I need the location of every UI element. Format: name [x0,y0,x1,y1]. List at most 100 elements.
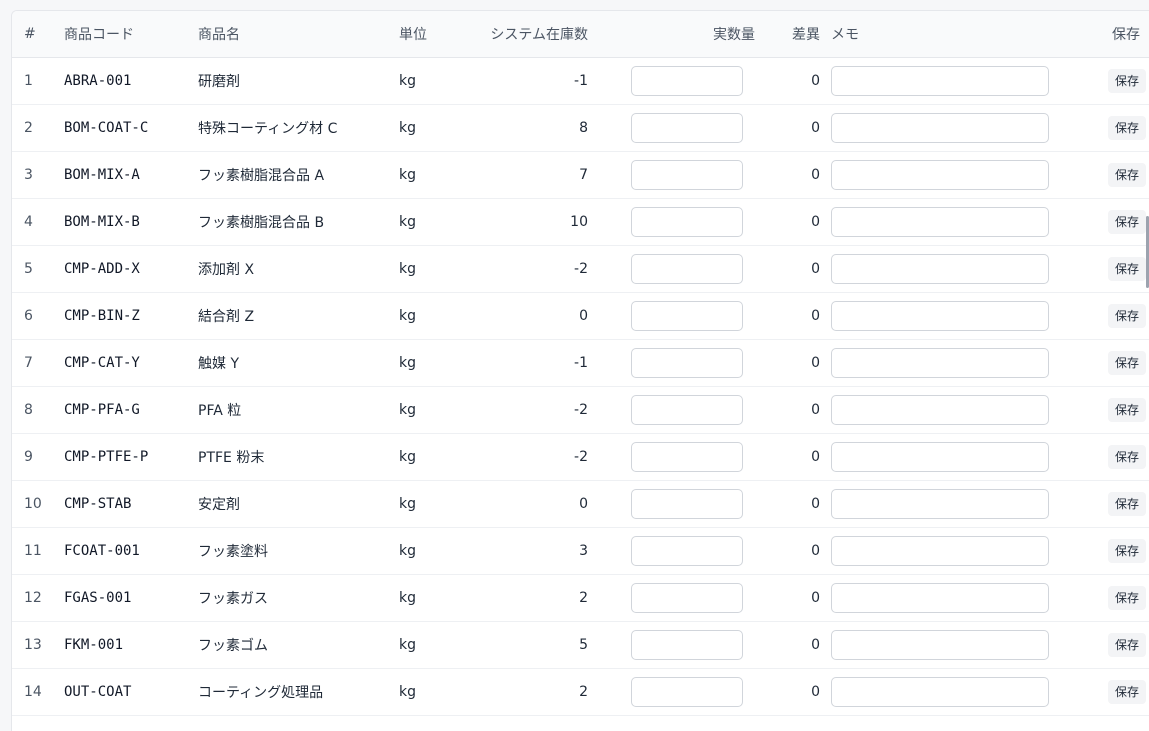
table-row: 14 OUT-COAT コーティング処理品 kg 2 0 保存 [12,668,1149,715]
memo-input[interactable] [831,488,1049,519]
product-code: CMP-STAB [64,495,132,512]
table-row: 11 FCOAT-001 フッ素塗料 kg 3 0 保存 [12,527,1149,574]
actual-quantity-cell [631,198,755,245]
unit: kg [399,260,416,277]
memo-input[interactable] [831,441,1049,472]
save-cell: 保存 [1060,574,1149,621]
product-code: CMP-BIN-Z [64,307,140,324]
save-button[interactable]: 保存 [1107,679,1146,704]
memo-input[interactable] [831,347,1049,378]
unit: kg [399,354,416,371]
memo-input[interactable] [831,159,1049,190]
save-button[interactable]: 保存 [1107,397,1146,422]
spacer [820,104,831,151]
memo-input[interactable] [831,253,1049,284]
row-number: 13 [24,636,42,653]
row-number: 8 [24,401,33,418]
unit: kg [399,307,416,324]
actual-quantity-input[interactable] [631,441,743,472]
system-stock: 10 [570,213,588,230]
actual-quantity-input[interactable] [631,394,743,425]
save-button[interactable]: 保存 [1107,162,1146,187]
actual-quantity-input[interactable] [631,300,743,331]
actual-quantity-cell [631,621,755,668]
spacer [588,292,631,339]
spacer [588,151,631,198]
actual-quantity-input[interactable] [631,65,743,96]
memo-cell [831,386,1060,433]
save-button[interactable]: 保存 [1107,303,1146,328]
save-cell: 保存 [1060,245,1149,292]
header-number: # [24,25,36,42]
row-number: 2 [24,119,33,136]
table-row: 9 CMP-PTFE-P PTFE 粉末 kg -2 0 保存 [12,433,1149,480]
memo-input[interactable] [831,582,1049,613]
product-code: FCOAT-001 [64,542,140,559]
inventory-count-table: # 商品コード 商品名 単位 システム在庫数 実数量 差異 メモ 保存 1 AB… [12,11,1149,716]
memo-input[interactable] [831,676,1049,707]
actual-quantity-input[interactable] [631,159,743,190]
row-number: 9 [24,448,33,465]
save-cell: 保存 [1060,292,1149,339]
difference: 0 [811,636,820,653]
actual-quantity-input[interactable] [631,629,743,660]
actual-quantity-input[interactable] [631,488,743,519]
save-cell: 保存 [1060,527,1149,574]
memo-input[interactable] [831,112,1049,143]
system-stock: -2 [574,260,588,277]
spacer [588,668,631,715]
actual-quantity-input[interactable] [631,347,743,378]
memo-input[interactable] [831,206,1049,237]
row-number: 4 [24,213,33,230]
actual-quantity-input[interactable] [631,535,743,566]
save-cell: 保存 [1060,480,1149,527]
actual-quantity-cell [631,527,755,574]
unit: kg [399,401,416,418]
save-button[interactable]: 保存 [1107,256,1146,281]
system-stock: 7 [579,166,588,183]
row-number: 12 [24,589,42,606]
product-name: 触媒 Y [198,355,240,372]
save-button[interactable]: 保存 [1107,350,1146,375]
save-button[interactable]: 保存 [1107,115,1146,140]
save-button[interactable]: 保存 [1107,585,1146,610]
actual-quantity-input[interactable] [631,676,743,707]
product-name: コーティング処理品 [198,684,324,701]
memo-input[interactable] [831,65,1049,96]
product-code: CMP-PFA-G [64,401,140,418]
table-row: 4 BOM-MIX-B フッ素樹脂混合品 B kg 10 0 保存 [12,198,1149,245]
product-name: 添加剤 X [198,261,255,278]
memo-input[interactable] [831,629,1049,660]
save-button[interactable]: 保存 [1107,491,1146,516]
row-number: 11 [24,542,42,559]
actual-quantity-cell [631,339,755,386]
memo-input[interactable] [831,535,1049,566]
save-button[interactable]: 保存 [1107,538,1146,563]
header-unit: 単位 [399,26,427,43]
memo-input[interactable] [831,394,1049,425]
row-number: 5 [24,260,33,277]
actual-quantity-input[interactable] [631,582,743,613]
actual-quantity-input[interactable] [631,206,743,237]
table-row: 13 FKM-001 フッ素ゴム kg 5 0 保存 [12,621,1149,668]
unit: kg [399,589,416,606]
save-cell: 保存 [1060,621,1149,668]
table-row: 1 ABRA-001 研磨剤 kg -1 0 保存 [12,57,1149,104]
row-number: 3 [24,166,33,183]
spacer [820,339,831,386]
product-name: 安定剤 [198,496,240,513]
save-button[interactable]: 保存 [1107,68,1146,93]
header-spacer [588,11,631,57]
actual-quantity-cell [631,574,755,621]
product-code: ABRA-001 [64,72,132,89]
system-stock: 3 [579,542,588,559]
save-button[interactable]: 保存 [1107,209,1146,234]
actual-quantity-input[interactable] [631,112,743,143]
actual-quantity-input[interactable] [631,253,743,284]
difference: 0 [811,213,820,230]
spacer [820,151,831,198]
save-button[interactable]: 保存 [1107,632,1146,657]
save-button[interactable]: 保存 [1107,444,1146,469]
memo-cell [831,480,1060,527]
memo-input[interactable] [831,300,1049,331]
